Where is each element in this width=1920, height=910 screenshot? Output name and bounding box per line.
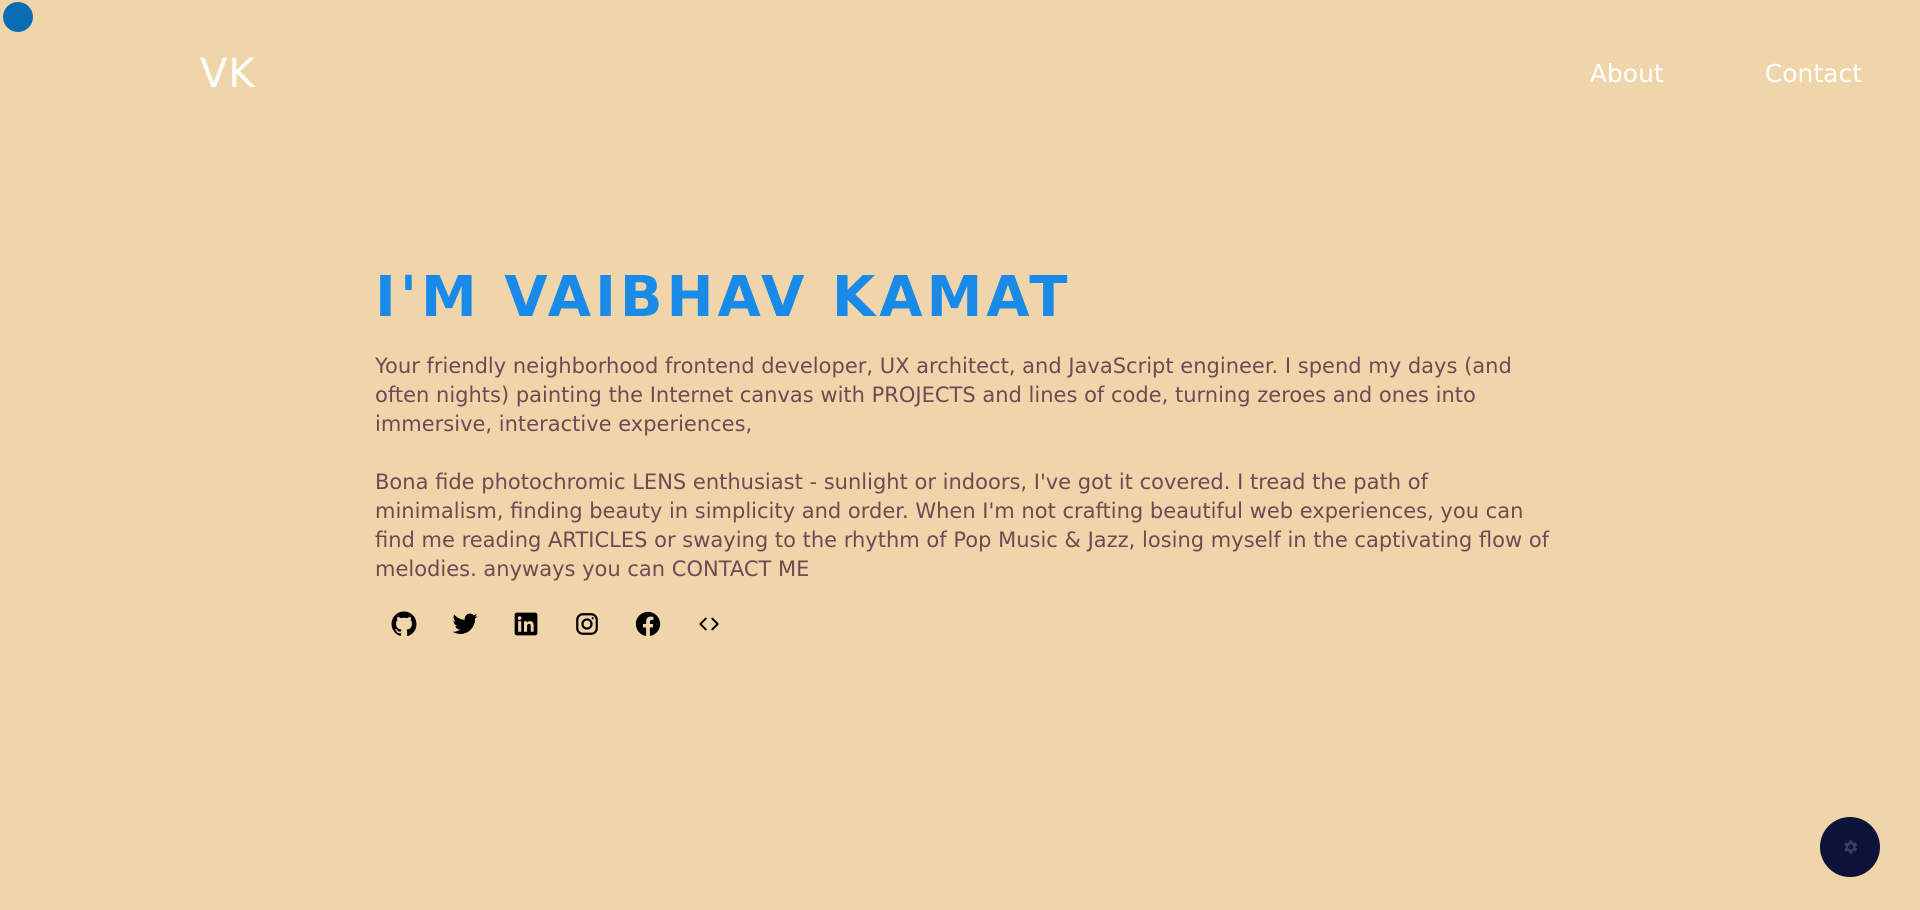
social-links: [390, 610, 1555, 638]
hero-section: I'M VAIBHAV KAMAT Your friendly neighbor…: [375, 263, 1555, 638]
twitter-icon[interactable]: [451, 610, 479, 638]
main-nav: About Contact: [1590, 56, 1862, 92]
nav-contact-link[interactable]: Contact: [1765, 56, 1862, 92]
cursor-dot: [3, 2, 33, 32]
facebook-icon[interactable]: [634, 610, 662, 638]
hobbies-paragraph: Bona fide photochromic LENS enthusiast -…: [375, 470, 1550, 581]
linkedin-icon[interactable]: [512, 610, 540, 638]
logo-link[interactable]: VK: [200, 46, 256, 102]
instagram-icon[interactable]: [573, 610, 601, 638]
github-icon[interactable]: [390, 610, 418, 638]
intro-paragraph: Your friendly neighborhood frontend deve…: [375, 354, 1512, 436]
page: VK About Contact I'M VAIBHAV KAMAT Your …: [0, 0, 1920, 910]
nav-about-link[interactable]: About: [1590, 56, 1664, 92]
code-icon[interactable]: [695, 610, 723, 638]
settings-fab-button[interactable]: [1820, 817, 1880, 877]
hero-title: I'M VAIBHAV KAMAT: [375, 265, 1072, 330]
gear-icon: [1844, 840, 1858, 854]
